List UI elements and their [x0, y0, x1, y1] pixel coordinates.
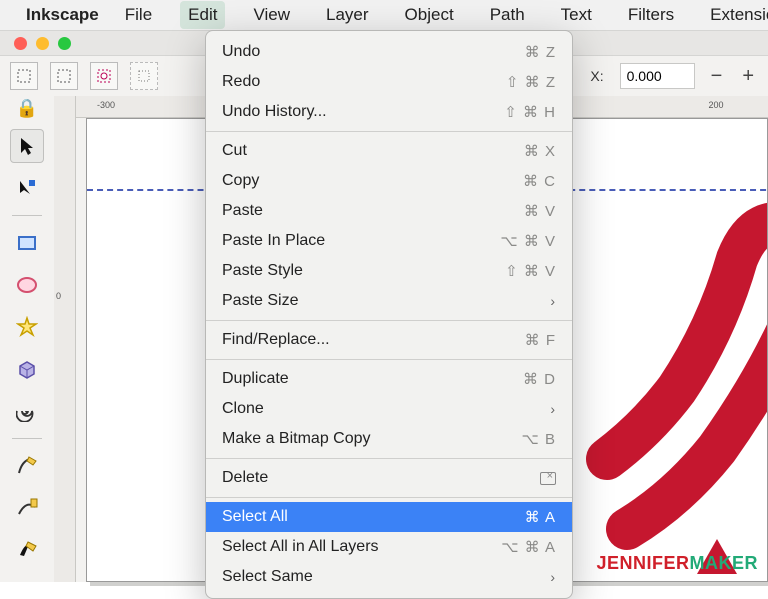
minimize-window-button[interactable] [36, 37, 49, 50]
menu-layer[interactable]: Layer [318, 1, 377, 29]
menu-item-paste-style[interactable]: Paste Style⇧ ⌘ V [206, 256, 572, 286]
menu-view[interactable]: View [245, 1, 298, 29]
menu-text[interactable]: Text [553, 1, 600, 29]
menu-item-find-replace-[interactable]: Find/Replace...⌘ F [206, 325, 572, 355]
select-mode-button-3[interactable] [90, 62, 118, 90]
pencil-tool[interactable] [10, 449, 44, 483]
node-tool[interactable] [10, 171, 44, 205]
close-window-button[interactable] [14, 37, 27, 50]
menu-item-cut[interactable]: Cut⌘ X [206, 136, 572, 166]
menu-item-paste-size[interactable]: Paste Size› [206, 286, 572, 316]
menu-item-clone[interactable]: Clone› [206, 394, 572, 424]
menu-item-make-a-bitmap-copy[interactable]: Make a Bitmap Copy⌥ B [206, 424, 572, 454]
menu-item-undo[interactable]: Undo⌘ Z [206, 37, 572, 67]
menu-item-select-all-in-all-layers[interactable]: Select All in All Layers⌥ ⌘ A [206, 532, 572, 562]
spiral-tool[interactable] [10, 394, 44, 428]
ruler-tick: 0 [56, 291, 61, 301]
3dbox-tool[interactable] [10, 352, 44, 386]
ruler-tick: 200 [708, 100, 723, 110]
menu-edit[interactable]: Edit [180, 1, 225, 29]
decrement-button[interactable]: − [707, 65, 727, 88]
x-coordinate-input[interactable] [620, 63, 695, 89]
rectangle-tool[interactable] [10, 226, 44, 260]
select-mode-button-4[interactable] [130, 62, 158, 90]
star-tool[interactable] [10, 310, 44, 344]
vertical-ruler: 0 [54, 96, 76, 582]
bezier-tool[interactable] [10, 491, 44, 525]
select-mode-button-2[interactable] [50, 62, 78, 90]
ellipse-tool[interactable] [10, 268, 44, 302]
calligraphy-tool[interactable] [10, 533, 44, 567]
menu-item-undo-history-[interactable]: Undo History...⇧ ⌘ H [206, 97, 572, 127]
menu-item-redo[interactable]: Redo⇧ ⌘ Z [206, 67, 572, 97]
menu-item-copy[interactable]: Copy⌘ C [206, 166, 572, 196]
edit-menu-dropdown: Undo⌘ ZRedo⇧ ⌘ ZUndo History...⇧ ⌘ H Cut⌘… [205, 30, 573, 599]
menu-file[interactable]: File [117, 1, 160, 29]
ruler-tick: -300 [97, 100, 115, 110]
menu-item-select-same[interactable]: Select Same› [206, 562, 572, 592]
menu-item-paste[interactable]: Paste⌘ V [206, 196, 572, 226]
menu-filters[interactable]: Filters [620, 1, 682, 29]
menu-item-select-all[interactable]: Select All⌘ A [206, 502, 572, 532]
menu-item-duplicate[interactable]: Duplicate⌘ D [206, 364, 572, 394]
tool-palette: 🔒 [0, 96, 54, 582]
lock-icon[interactable]: 🔒 [16, 98, 38, 119]
menu-object[interactable]: Object [397, 1, 462, 29]
menu-item-delete[interactable]: Delete [206, 463, 572, 493]
increment-button[interactable]: + [738, 65, 758, 88]
watermark: JENNIFERMAKER [596, 553, 758, 574]
x-coordinate-label: X: [590, 68, 603, 84]
maximize-window-button[interactable] [58, 37, 71, 50]
selector-tool[interactable] [10, 129, 44, 163]
menu-path[interactable]: Path [482, 1, 533, 29]
menu-item-paste-in-place[interactable]: Paste In Place⌥ ⌘ V [206, 226, 572, 256]
select-mode-button-1[interactable] [10, 62, 38, 90]
app-name: Inkscape [26, 5, 99, 25]
menu-extensions[interactable]: Extension [702, 1, 768, 29]
mac-menubar: Inkscape File Edit View Layer Object Pat… [0, 0, 768, 30]
artwork-shape [567, 199, 768, 579]
